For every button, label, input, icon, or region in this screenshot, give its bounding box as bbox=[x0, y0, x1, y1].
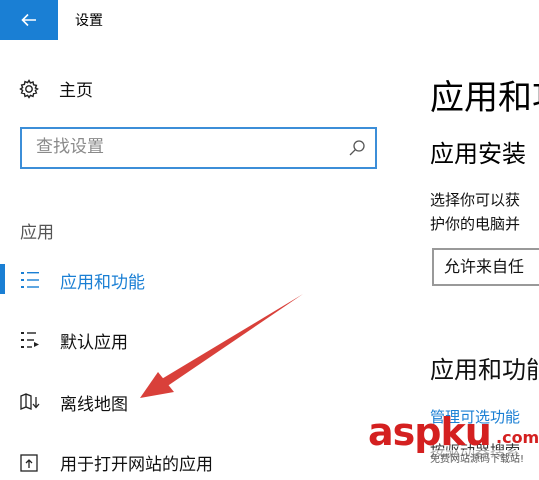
page-title: 应用和功 bbox=[430, 78, 539, 118]
search-icon[interactable] bbox=[347, 138, 367, 158]
watermark-brand: aspku bbox=[368, 410, 492, 454]
watermark-tagline: 免费网站源码下载站! bbox=[430, 450, 525, 465]
search-box[interactable] bbox=[20, 127, 377, 169]
sidebar-item-label: 用于打开网站的应用 bbox=[60, 454, 213, 475]
sidebar-item-apps-features[interactable]: 应用和功能 bbox=[0, 262, 145, 298]
sidebar-item-default-apps[interactable]: 默认应用 bbox=[0, 322, 128, 358]
sidebar-item-apps-for-websites[interactable]: 用于打开网站的应用 bbox=[0, 444, 213, 480]
sidebar-item-offline-maps[interactable]: 离线地图 bbox=[0, 384, 128, 420]
gear-icon bbox=[19, 78, 39, 99]
search-input[interactable] bbox=[22, 129, 336, 165]
sidebar-item-label: 主页 bbox=[59, 81, 93, 101]
watermark: aspku .com 免费网站源码下载站! bbox=[368, 410, 539, 467]
default-apps-icon bbox=[21, 332, 39, 348]
main-content: 应用和功 应用安装 选择你可以获 护你的电脑并 允许来自任 应用和功能 管理可选… bbox=[430, 0, 539, 467]
install-source-dropdown[interactable]: 允许来自任 bbox=[432, 248, 539, 286]
back-arrow-icon bbox=[21, 13, 36, 27]
install-description-line1: 选择你可以获 bbox=[430, 191, 521, 209]
section-heading-install: 应用安装 bbox=[430, 140, 526, 168]
section-heading-apps-features: 应用和功能 bbox=[430, 356, 539, 384]
window-title: 设置 bbox=[75, 13, 103, 29]
sidebar-item-label: 离线地图 bbox=[60, 394, 128, 415]
sidebar-item-home[interactable]: 主页 bbox=[18, 76, 93, 101]
install-description-line2: 护你的电脑并 bbox=[430, 215, 521, 233]
section-label: 应用 bbox=[20, 223, 54, 243]
back-button[interactable] bbox=[0, 0, 58, 40]
sidebar-item-label: 默认应用 bbox=[60, 332, 128, 353]
sidebar-item-label: 应用和功能 bbox=[60, 272, 145, 293]
offline-maps-icon bbox=[20, 393, 40, 410]
apps-features-icon bbox=[21, 272, 39, 288]
apps-for-websites-icon bbox=[20, 454, 38, 472]
watermark-tld: .com bbox=[496, 428, 539, 447]
